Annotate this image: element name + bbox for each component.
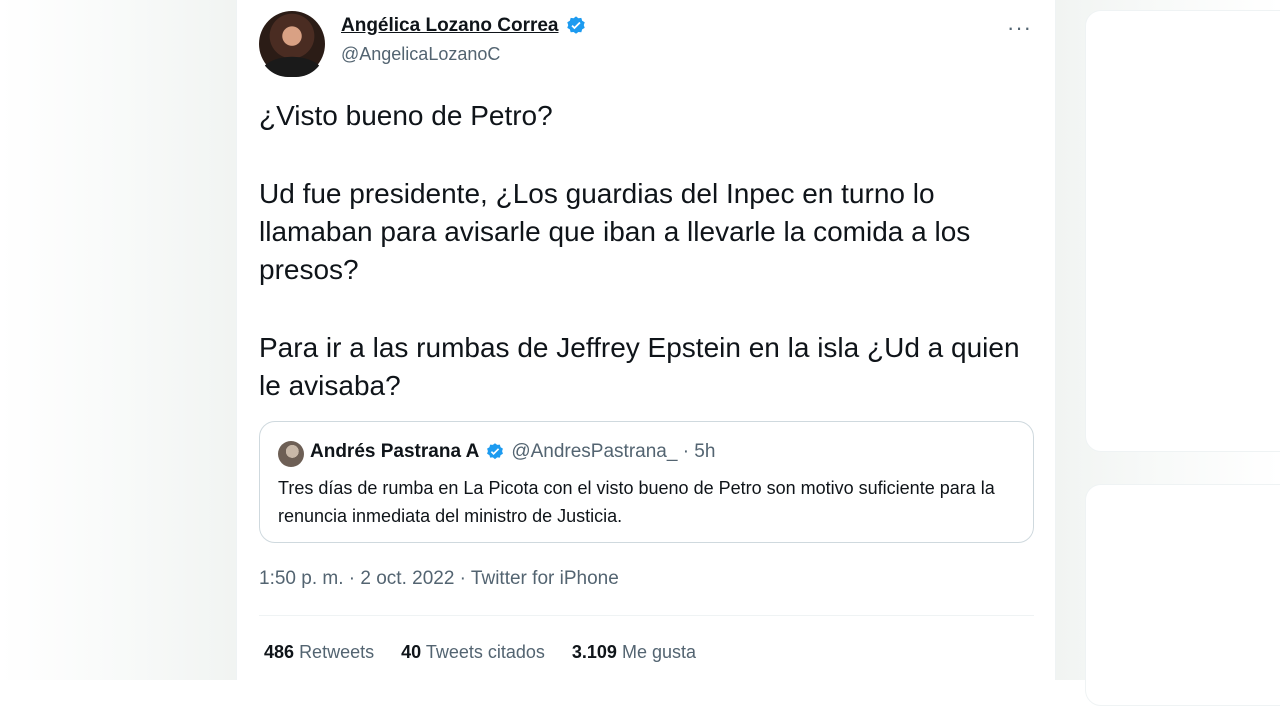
background-left	[0, 0, 236, 680]
tweet-text-paragraph: ¿Visto bueno de Petro?	[259, 100, 553, 131]
divider	[259, 615, 1034, 616]
verified-badge-icon	[485, 442, 505, 462]
stat-likes[interactable]: 3.109 Me gusta	[572, 642, 696, 663]
quoted-author-name: Andrés Pastrana A	[310, 441, 480, 462]
quoted-handle-time: @AndresPastrana_ · 5h	[511, 441, 716, 462]
tweet-timestamp[interactable]: 1:50 p. m. · 2 oct. 2022 · Twitter for i…	[259, 568, 619, 590]
sidebar-card	[1085, 10, 1280, 452]
author-name-row: Angélica Lozano Correa	[341, 15, 587, 37]
stat-label: Retweets	[299, 642, 375, 662]
quoted-tweet-text: Tres días de rumba en La Picota con el v…	[278, 478, 995, 526]
sidebar-card	[1085, 484, 1280, 706]
stat-quote-tweets[interactable]: 40 Tweets citados	[401, 642, 545, 663]
author-name[interactable]: Angélica Lozano Correa	[341, 15, 559, 37]
tweet-stats: 486 Retweets 40 Tweets citados 3.109 Me …	[264, 642, 696, 663]
stat-label: Me gusta	[621, 642, 696, 662]
more-options-icon[interactable]: ···	[1007, 15, 1032, 41]
quoted-author-avatar	[278, 441, 304, 467]
stat-count: 486	[264, 642, 295, 662]
author-handle[interactable]: @AngelicaLozanoC	[341, 44, 500, 65]
tweet-card: Angélica Lozano Correa @AngelicaLozanoC …	[236, 0, 1056, 680]
stat-retweets[interactable]: 486 Retweets	[264, 642, 374, 663]
quoted-tweet[interactable]: Andrés Pastrana A @AndresPastrana_ · 5h …	[259, 421, 1034, 543]
tweet-text-paragraph: Para ir a las rumbas de Jeffrey Epstein …	[259, 332, 1020, 401]
quoted-author-row: Andrés Pastrana A @AndresPastrana_ · 5h	[310, 441, 715, 463]
tweet-text-paragraph: Ud fue presidente, ¿Los guardias del Inp…	[259, 178, 971, 285]
verified-badge-icon	[565, 15, 587, 37]
stat-count: 3.109	[571, 642, 617, 662]
stat-label: Tweets citados	[425, 642, 545, 662]
stat-count: 40	[401, 642, 422, 662]
